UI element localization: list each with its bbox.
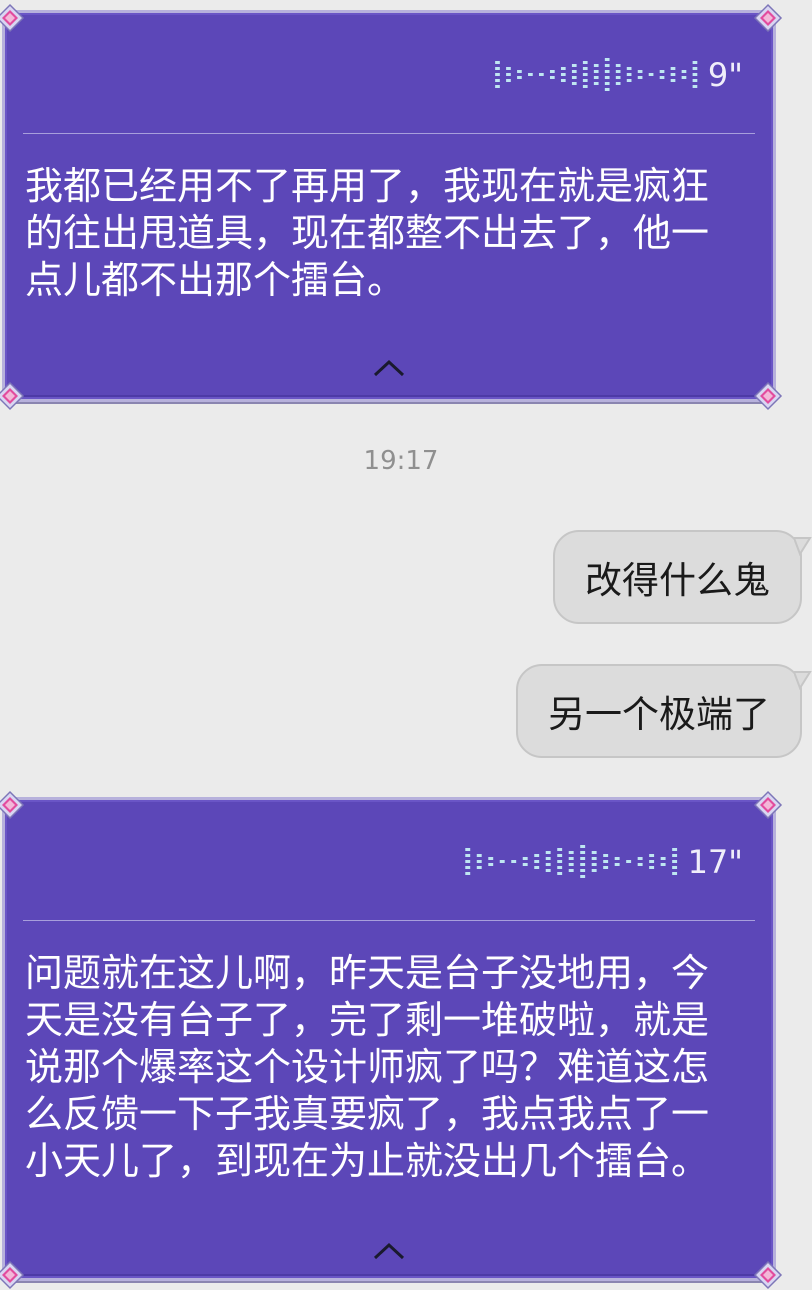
bubble-tail <box>794 537 812 556</box>
outgoing-message[interactable]: 改得什么鬼 <box>553 530 812 624</box>
outgoing-message[interactable]: 另一个极端了 <box>516 664 812 758</box>
gem-corner-icon <box>754 382 782 410</box>
divider <box>23 133 755 134</box>
voice-duration: 17" <box>687 843 743 881</box>
gem-corner-icon <box>0 4 24 32</box>
gem-corner-icon <box>0 1261 24 1289</box>
voice-transcript: 我都已经用不了再用了，我现在就是疯狂的往出甩道具，现在都整不出去了，他一点儿都不… <box>25 164 710 302</box>
voice-duration: 9" <box>707 56 743 94</box>
message-text: 改得什么鬼 <box>585 559 770 602</box>
divider <box>23 920 755 921</box>
gem-corner-icon <box>754 4 782 32</box>
gem-corner-icon <box>754 791 782 819</box>
voice-header[interactable]: 9" <box>492 53 743 97</box>
message-text: 另一个极端了 <box>548 693 770 736</box>
chevron-up-icon[interactable] <box>372 357 406 379</box>
voice-transcript: 问题就在这儿啊，昨天是台子没地用，今天是没有台子了，完了剩一堆破啦，就是说那个爆… <box>25 951 710 1183</box>
gem-corner-icon <box>0 791 24 819</box>
sound-waveform-icon[interactable] <box>462 842 682 882</box>
voice-message-card[interactable]: 17" 问题就在这儿啊，昨天是台子没地用，今天是没有台子了，完了剩一堆破啦，就是… <box>0 791 782 1289</box>
gem-corner-icon <box>0 382 24 410</box>
bubble-tail <box>794 671 812 690</box>
gem-corner-icon <box>754 1261 782 1289</box>
sound-waveform-icon[interactable] <box>492 55 702 95</box>
chevron-up-icon[interactable] <box>372 1240 406 1262</box>
voice-message-card[interactable]: 9" 我都已经用不了再用了，我现在就是疯狂的往出甩道具，现在都整不出去了，他一点… <box>0 4 782 410</box>
voice-header[interactable]: 17" <box>462 840 743 884</box>
timestamp: 19:17 <box>363 446 439 476</box>
